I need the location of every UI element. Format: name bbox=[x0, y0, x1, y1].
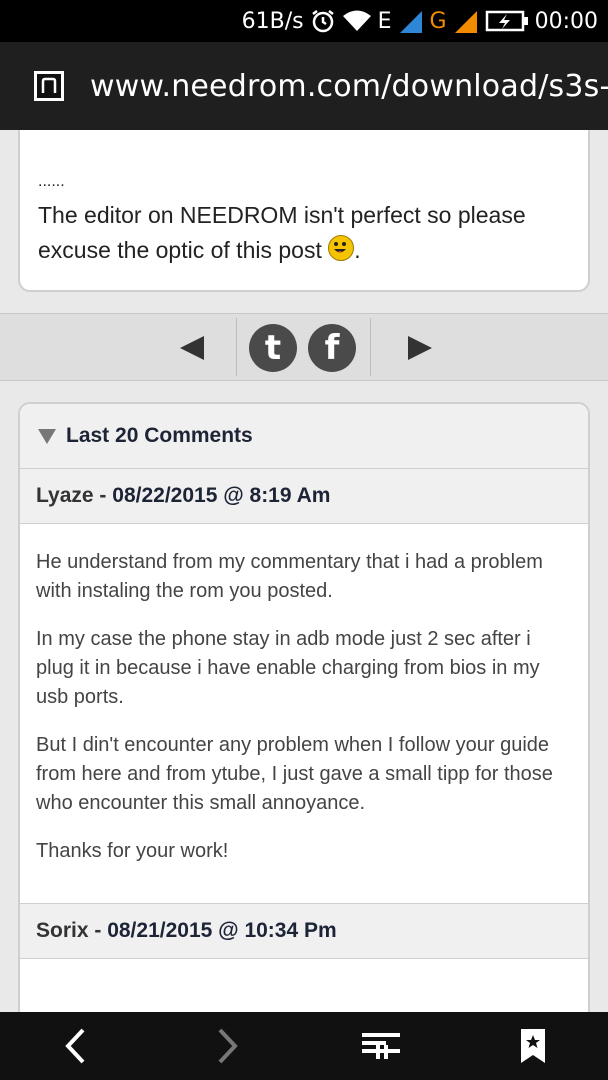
facebook-icon[interactable]: f bbox=[308, 324, 356, 372]
twitter-icon[interactable]: t bbox=[249, 324, 297, 372]
comment-date: 08/22/2015 @ 8:19 Am bbox=[112, 484, 331, 507]
divider bbox=[370, 318, 371, 376]
smiley-emoji-icon bbox=[328, 235, 355, 261]
browser-bottom-bar bbox=[0, 1012, 608, 1080]
prev-arrow-icon[interactable] bbox=[180, 336, 204, 360]
divider bbox=[236, 318, 237, 376]
twitter-glyph: t bbox=[264, 328, 282, 368]
comment-paragraph: He understand from my commentary that i … bbox=[36, 551, 543, 602]
signal-icon bbox=[453, 9, 479, 33]
bookmark-icon[interactable] bbox=[508, 1012, 558, 1080]
post-content: ...... The editor on NEEDROM isn't perfe… bbox=[18, 130, 590, 292]
comment-date: 08/21/2015 @ 10:34 Pm bbox=[107, 919, 337, 942]
net-speed: 61B/s bbox=[241, 8, 304, 34]
sim2-label: G bbox=[429, 8, 447, 34]
comment-paragraph: But I din't encounter any problem when I… bbox=[36, 734, 553, 814]
url-bar[interactable]: www.needrom.com/download/s3s-n bbox=[0, 42, 608, 130]
comment-body: He understand from my commentary that i … bbox=[20, 524, 588, 903]
post-text-paragraph: The editor on NEEDROM isn't perfect so p… bbox=[38, 198, 588, 268]
reader-mode-icon[interactable] bbox=[356, 1012, 406, 1080]
comments-title: Last 20 Comments bbox=[66, 424, 253, 447]
forward-icon[interactable] bbox=[203, 1012, 253, 1080]
comment-paragraph: Thanks for your work! bbox=[36, 840, 229, 862]
signal-icon bbox=[398, 9, 424, 33]
alarm-icon bbox=[310, 8, 336, 34]
comment-separator: - bbox=[93, 484, 113, 507]
next-arrow-icon[interactable] bbox=[408, 336, 432, 360]
collapse-triangle-icon[interactable] bbox=[38, 428, 56, 444]
post-trailing: . bbox=[354, 237, 361, 263]
comment-author[interactable]: Sorix bbox=[36, 919, 89, 943]
needrom-favicon-icon bbox=[34, 71, 64, 101]
url-text[interactable]: www.needrom.com/download/s3s-n bbox=[90, 69, 608, 104]
comment-paragraph: In my case the phone stay in adb mode ju… bbox=[36, 628, 540, 708]
back-icon[interactable] bbox=[50, 1012, 100, 1080]
clock: 00:00 bbox=[534, 8, 598, 34]
comments-header[interactable]: Last 20 Comments bbox=[20, 404, 588, 469]
status-bar: 61B/s E G 00:00 bbox=[0, 0, 608, 42]
comment-author[interactable]: Lyaze bbox=[36, 484, 94, 508]
sim1-label: E bbox=[377, 8, 392, 34]
comment-author-row: Sorix - 08/21/2015 @ 10:34 Pm bbox=[20, 903, 588, 959]
post-navigation bbox=[0, 313, 608, 381]
wifi-icon bbox=[342, 9, 372, 33]
post-ellipsis: ...... bbox=[38, 173, 65, 190]
comment-separator: - bbox=[88, 919, 108, 942]
comments-section: Last 20 Comments Lyaze - 08/22/2015 @ 8:… bbox=[18, 402, 590, 1022]
post-text: The editor on NEEDROM isn't perfect so p… bbox=[38, 202, 526, 263]
comment-author-row: Lyaze - 08/22/2015 @ 8:19 Am bbox=[20, 469, 588, 524]
battery-charging-icon bbox=[485, 9, 529, 33]
facebook-glyph: f bbox=[324, 328, 340, 368]
